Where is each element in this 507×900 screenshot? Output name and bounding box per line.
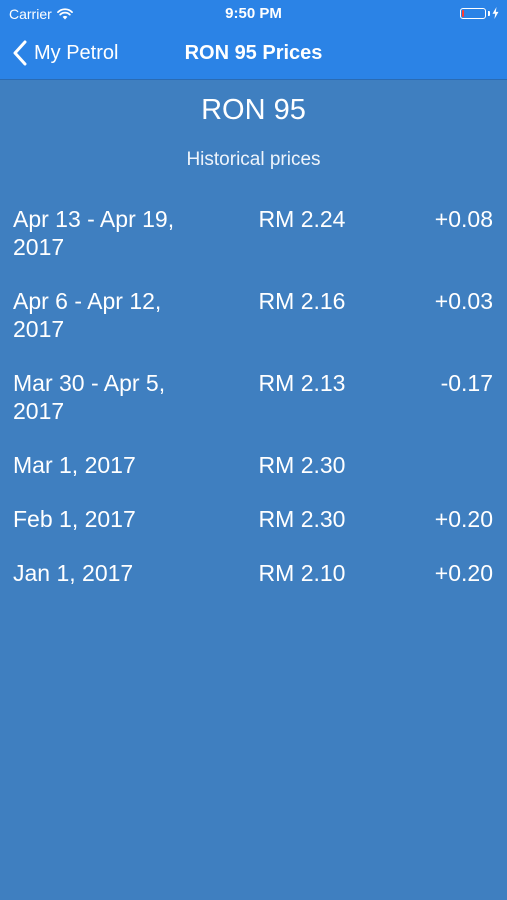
price-row: Feb 1, 2017 RM 2.30 +0.20 [0,505,507,559]
price-row: Mar 1, 2017 RM 2.30 [0,451,507,505]
row-date: Mar 1, 2017 [13,452,136,478]
row-date: Jan 1, 2017 [13,560,134,586]
row-change: +0.03 [434,288,493,314]
row-date: Feb 1, 2017 [13,506,136,532]
price-row: Apr 6 - Apr 12, 2017 RM 2.16 +0.03 [0,287,507,369]
battery-cap [488,10,490,16]
row-price: RM 2.30 [258,452,346,478]
row-price: RM 2.30 [258,506,346,532]
row-date: Apr 13 - Apr 19, 2017 [13,206,175,260]
page-title: RON 95 [201,94,306,126]
row-change: +0.08 [434,206,493,232]
row-price: RM 2.13 [258,370,346,396]
status-time: 9:50 PM [225,5,282,22]
battery-indicator [460,7,499,19]
row-date: Apr 6 - Apr 12, 2017 [13,288,162,342]
row-change: -0.17 [440,370,493,396]
row-price: RM 2.16 [258,288,346,314]
section-subtitle: Historical prices [186,149,321,170]
row-price: RM 2.24 [258,206,346,232]
row-change: +0.20 [434,560,493,586]
navigation-bar: My Petrol RON 95 Prices [0,28,507,80]
price-row: Jan 1, 2017 RM 2.10 +0.20 [0,559,507,613]
battery-level [462,9,464,17]
row-date: Mar 30 - Apr 5, 2017 [13,370,166,424]
row-change: +0.20 [434,506,493,532]
row-price: RM 2.10 [258,560,346,586]
price-history-list: Apr 13 - Apr 19, 2017 RM 2.24 +0.08 Apr … [0,205,507,613]
bolt-icon [492,7,499,19]
price-row: Mar 30 - Apr 5, 2017 RM 2.13 -0.17 [0,369,507,451]
status-bar: Carrier 9:50 PM [0,0,507,28]
nav-title: RON 95 Prices [184,42,323,64]
battery-icon [460,7,486,19]
price-row: Apr 13 - Apr 19, 2017 RM 2.24 +0.08 [0,205,507,287]
